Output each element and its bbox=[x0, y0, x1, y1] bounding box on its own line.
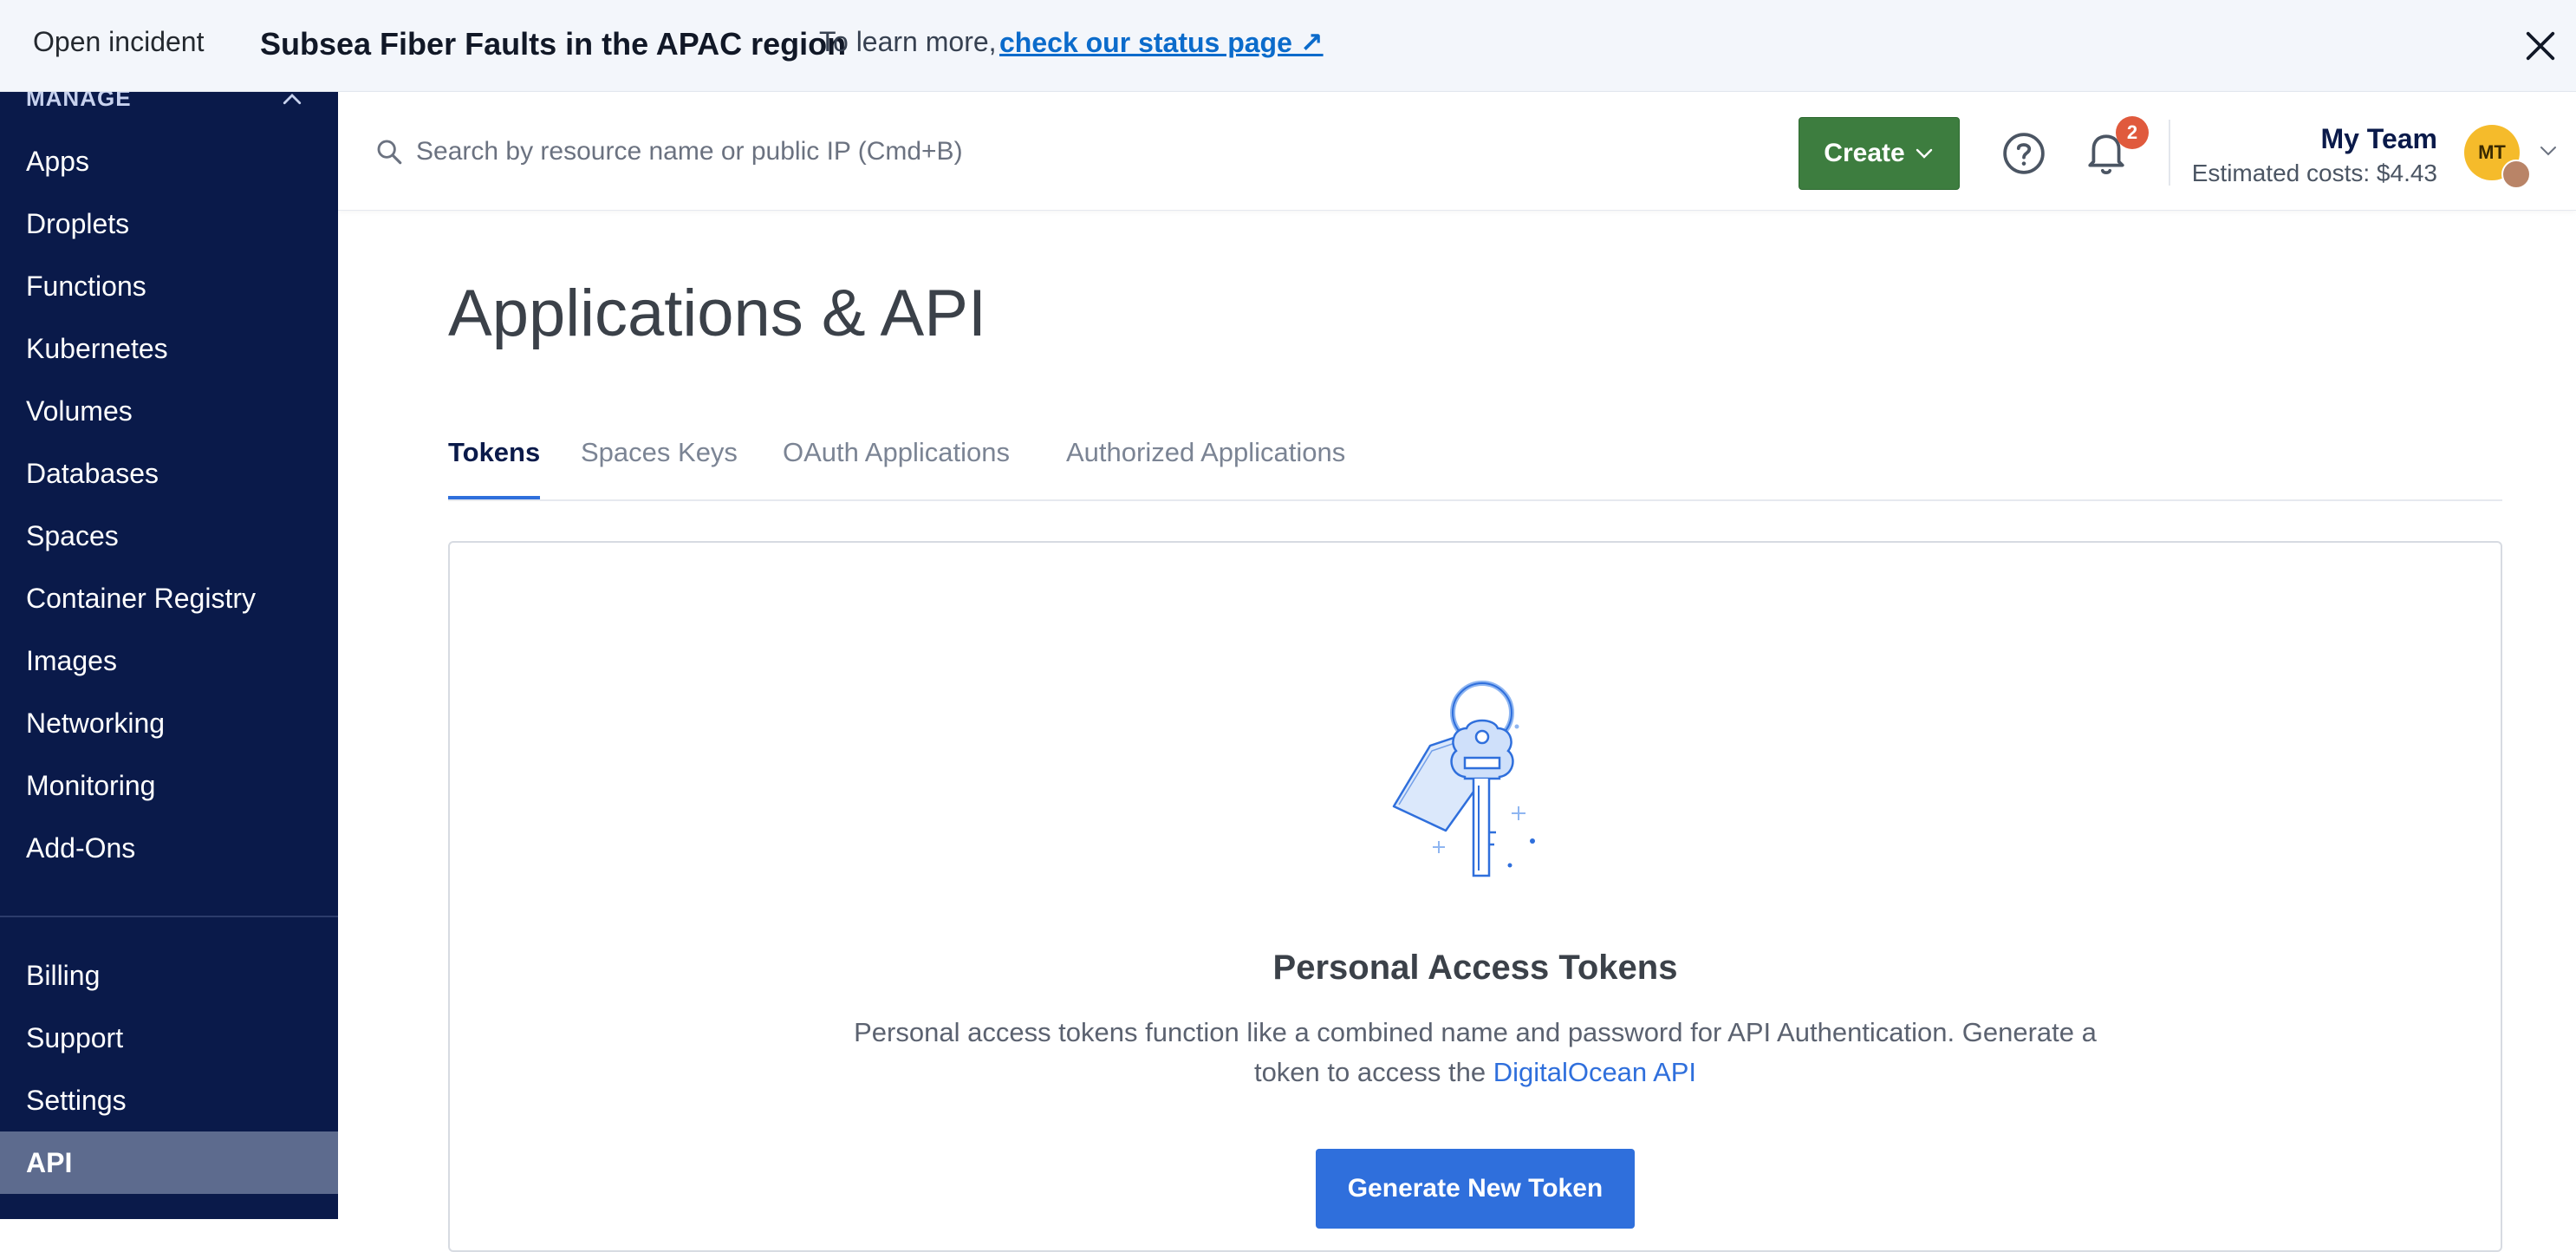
sidebar-item-functions[interactable]: Functions bbox=[0, 255, 338, 317]
tab-authorized-applications[interactable]: Authorized Applications bbox=[1066, 437, 1345, 499]
team-name[interactable]: My Team bbox=[2320, 123, 2437, 155]
empty-state-description-text: Personal access tokens function like a c… bbox=[854, 1017, 2097, 1087]
tab-spaces-keys[interactable]: Spaces Keys bbox=[581, 437, 738, 499]
sidebar-section-manage: MANAGE bbox=[26, 92, 132, 111]
incident-banner: Open incident Subsea Fiber Faults in the… bbox=[0, 0, 2576, 92]
header-divider bbox=[2169, 120, 2170, 186]
digitalocean-api-link[interactable]: DigitalOcean API bbox=[1493, 1057, 1696, 1087]
incident-status-label: Open incident bbox=[33, 26, 205, 57]
status-page-link[interactable]: check our status page ↗ bbox=[999, 26, 1324, 59]
chevron-down-icon bbox=[1916, 148, 1932, 159]
sidebar-item-support[interactable]: Support bbox=[0, 1007, 338, 1069]
sidebar-item-volumes[interactable]: Volumes bbox=[0, 380, 338, 442]
chevron-down-icon[interactable] bbox=[2538, 140, 2559, 161]
tokens-empty-state-card bbox=[448, 541, 2502, 1252]
sidebar-divider bbox=[0, 916, 338, 917]
search-input[interactable] bbox=[414, 127, 1458, 177]
sidebar-item-settings[interactable]: Settings bbox=[0, 1069, 338, 1131]
sidebar: MANAGE Apps Droplets Functions Kubernete… bbox=[0, 92, 338, 1219]
sidebar-item-networking[interactable]: Networking bbox=[0, 692, 338, 754]
sidebar-item-add-ons[interactable]: Add-Ons bbox=[0, 817, 338, 879]
sidebar-item-droplets[interactable]: Droplets bbox=[0, 192, 338, 255]
sidebar-item-billing[interactable]: Billing bbox=[0, 944, 338, 1007]
sidebar-item-api[interactable]: API bbox=[0, 1131, 338, 1194]
close-icon[interactable] bbox=[2524, 29, 2557, 62]
sidebar-item-monitoring[interactable]: Monitoring bbox=[0, 754, 338, 817]
search-icon bbox=[377, 140, 402, 165]
page-title: Applications & API bbox=[448, 277, 987, 350]
sidebar-item-databases[interactable]: Databases bbox=[0, 442, 338, 505]
help-icon[interactable] bbox=[2002, 132, 2046, 175]
sidebar-item-container-registry[interactable]: Container Registry bbox=[0, 567, 338, 629]
sidebar-item-kubernetes[interactable]: Kubernetes bbox=[0, 317, 338, 380]
key-illustration bbox=[1392, 681, 1535, 877]
sidebar-item-spaces[interactable]: Spaces bbox=[0, 505, 338, 567]
incident-title: Subsea Fiber Faults in the APAC region bbox=[260, 26, 847, 62]
estimated-costs: Estimated costs: $4.43 bbox=[2191, 160, 2437, 186]
tab-oauth-applications[interactable]: OAuth Applications bbox=[783, 437, 1010, 499]
create-button[interactable]: Create bbox=[1799, 117, 1960, 190]
sidebar-item-apps[interactable]: Apps bbox=[0, 130, 338, 192]
empty-state-description: Personal access tokens function like a c… bbox=[832, 1013, 2118, 1092]
sidebar-item-images[interactable]: Images bbox=[0, 629, 338, 692]
incident-learn-text: To learn more, bbox=[819, 26, 997, 57]
tab-tokens[interactable]: Tokens bbox=[448, 437, 541, 499]
generate-new-token-button[interactable]: Generate New Token bbox=[1316, 1149, 1635, 1229]
user-avatar bbox=[2501, 160, 2531, 189]
notifications-button[interactable]: 2 bbox=[2085, 116, 2149, 187]
top-header: Create 2 My Team Estimated costs: $4.43 … bbox=[338, 92, 2576, 211]
chevron-up-icon[interactable] bbox=[279, 92, 305, 113]
api-tabs: Tokens Spaces Keys OAuth Applications Au… bbox=[448, 434, 2502, 501]
empty-state-title: Personal Access Tokens bbox=[1272, 949, 1678, 987]
create-button-label: Create bbox=[1824, 139, 1905, 167]
notification-count-badge: 2 bbox=[2116, 116, 2149, 149]
